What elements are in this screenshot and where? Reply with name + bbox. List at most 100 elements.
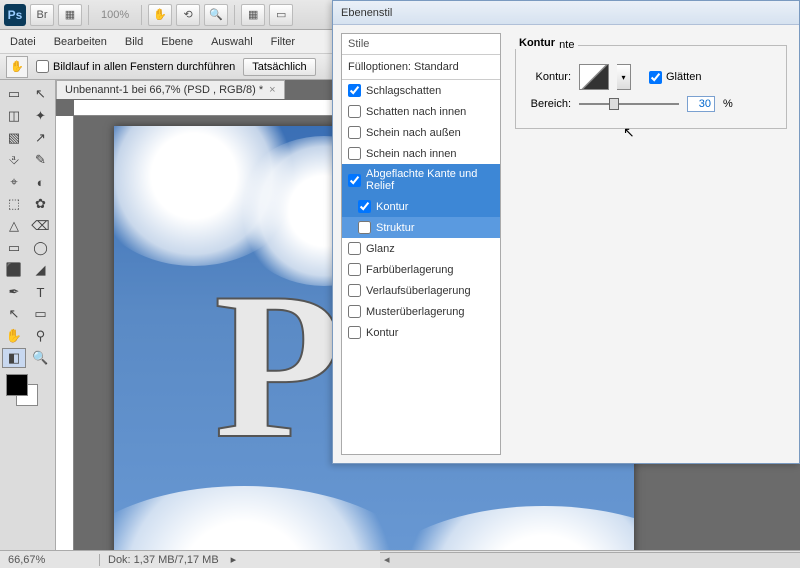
tool-button-6[interactable]: ⎀ bbox=[2, 150, 26, 170]
slider-thumb[interactable] bbox=[609, 98, 619, 110]
tool-button-22[interactable]: ✋ bbox=[2, 326, 26, 346]
antialias-checkbox[interactable]: Glätten bbox=[649, 71, 701, 84]
menu-layer[interactable]: Ebene bbox=[161, 36, 193, 48]
tool-button-2[interactable]: ◫ bbox=[2, 106, 26, 126]
style-checkbox[interactable] bbox=[348, 305, 361, 318]
tool-button-17[interactable]: ◢ bbox=[29, 260, 53, 280]
close-icon[interactable]: × bbox=[269, 84, 275, 96]
screen-mode-icon[interactable]: ▭ bbox=[269, 4, 293, 26]
status-bar: 66,67% Dok: 1,37 MB/7,17 MB ▸ ◂ bbox=[0, 550, 800, 568]
fill-options-row[interactable]: Fülloptionen: Standard bbox=[342, 55, 500, 80]
settings-group-title: Kontur bbox=[515, 37, 559, 49]
style-checkbox[interactable] bbox=[358, 221, 371, 234]
tool-button-15[interactable]: ◯ bbox=[29, 238, 53, 258]
status-doc-size[interactable]: Dok: 1,37 MB/7,17 MB bbox=[100, 554, 227, 566]
tool-button-9[interactable]: ◐ bbox=[29, 172, 53, 192]
tools-palette: ▭↖◫✦▧↗⎀✎⌖◐⬚✿△⌫▭◯⬛◢✒T↖▭✋⚲◧🔍 bbox=[0, 80, 56, 550]
style-row-kontur[interactable]: Kontur bbox=[342, 322, 500, 343]
tool-button-21[interactable]: ▭ bbox=[29, 304, 53, 324]
style-row-label: Abgeflachte Kante und Relief bbox=[366, 168, 494, 192]
menu-select[interactable]: Auswahl bbox=[211, 36, 253, 48]
bridge-button[interactable]: Br bbox=[30, 4, 54, 26]
menu-image[interactable]: Bild bbox=[125, 36, 143, 48]
style-row-schlagschatten[interactable]: Schlagschatten bbox=[342, 80, 500, 101]
rotate-view-icon[interactable]: ⟲ bbox=[176, 4, 200, 26]
style-checkbox[interactable] bbox=[348, 174, 361, 187]
document-tab-title: Unbenannt-1 bei 66,7% (PSD , RGB/8) * bbox=[65, 84, 263, 96]
tool-button-1[interactable]: ↖ bbox=[29, 84, 53, 104]
tool-button-11[interactable]: ✿ bbox=[29, 194, 53, 214]
tool-button-24[interactable]: ◧ bbox=[2, 348, 26, 368]
style-row-abgeflachte-kante-und-relief[interactable]: Abgeflachte Kante und Relief bbox=[342, 164, 500, 196]
style-row-label: Kontur bbox=[366, 327, 398, 339]
foreground-color-swatch[interactable] bbox=[6, 374, 28, 396]
style-row-schatten-nach-innen[interactable]: Schatten nach innen bbox=[342, 101, 500, 122]
tool-button-18[interactable]: ✒ bbox=[2, 282, 26, 302]
percent-label: % bbox=[723, 98, 733, 110]
tool-button-0[interactable]: ▭ bbox=[2, 84, 26, 104]
styles-list-panel: Stile Fülloptionen: Standard Schlagschat… bbox=[341, 33, 501, 455]
style-row-farbüberlagerung[interactable]: Farbüberlagerung bbox=[342, 259, 500, 280]
range-input[interactable] bbox=[687, 96, 715, 112]
zoom-tool-icon[interactable]: 🔍 bbox=[204, 4, 228, 26]
ps-logo-icon: Ps bbox=[4, 4, 26, 26]
style-row-label: Musterüberlagerung bbox=[366, 306, 464, 318]
text-layer-p: P bbox=[214, 246, 342, 487]
menu-file[interactable]: Datei bbox=[10, 36, 36, 48]
tool-button-4[interactable]: ▧ bbox=[2, 128, 26, 148]
tool-button-14[interactable]: ▭ bbox=[2, 238, 26, 258]
tool-button-19[interactable]: T bbox=[29, 282, 53, 302]
tool-button-3[interactable]: ✦ bbox=[29, 106, 53, 126]
zoom-level-display[interactable]: 100% bbox=[95, 9, 135, 21]
vertical-ruler bbox=[56, 116, 74, 550]
style-row-label: Schein nach innen bbox=[366, 148, 457, 160]
style-row-schein-nach-innen[interactable]: Schein nach innen bbox=[342, 143, 500, 164]
scroll-all-checkbox[interactable]: Bildlauf in allen Fenstern durchführen bbox=[36, 60, 235, 73]
style-row-glanz[interactable]: Glanz bbox=[342, 238, 500, 259]
range-label: Bereich: bbox=[526, 98, 571, 110]
actual-pixels-button[interactable]: Tatsächlich bbox=[243, 58, 315, 76]
style-checkbox[interactable] bbox=[348, 326, 361, 339]
tool-button-7[interactable]: ✎ bbox=[29, 150, 53, 170]
status-zoom[interactable]: 66,67% bbox=[0, 554, 100, 566]
hand-tool-preset-icon[interactable]: ✋ bbox=[6, 56, 28, 78]
tool-button-12[interactable]: △ bbox=[2, 216, 26, 236]
tool-button-8[interactable]: ⌖ bbox=[2, 172, 26, 192]
contour-dropdown-icon[interactable]: ▾ bbox=[617, 64, 631, 90]
style-checkbox[interactable] bbox=[348, 84, 361, 97]
tool-button-13[interactable]: ⌫ bbox=[29, 216, 53, 236]
tool-button-25[interactable]: 🔍 bbox=[29, 348, 53, 368]
style-row-struktur[interactable]: Struktur bbox=[342, 217, 500, 238]
style-row-schein-nach-außen[interactable]: Schein nach außen bbox=[342, 122, 500, 143]
menu-filter[interactable]: Filter bbox=[271, 36, 295, 48]
style-row-kontur[interactable]: Kontur bbox=[342, 196, 500, 217]
tool-button-16[interactable]: ⬛ bbox=[2, 260, 26, 280]
color-swatches[interactable] bbox=[2, 374, 53, 410]
style-checkbox[interactable] bbox=[348, 284, 361, 297]
style-checkbox[interactable] bbox=[348, 242, 361, 255]
style-checkbox[interactable] bbox=[358, 200, 371, 213]
style-checkbox[interactable] bbox=[348, 126, 361, 139]
tool-button-10[interactable]: ⬚ bbox=[2, 194, 26, 214]
contour-preset-thumb[interactable] bbox=[579, 64, 609, 90]
style-checkbox[interactable] bbox=[348, 105, 361, 118]
tool-button-5[interactable]: ↗ bbox=[29, 128, 53, 148]
tool-button-20[interactable]: ↖ bbox=[2, 304, 26, 324]
hand-tool-icon[interactable]: ✋ bbox=[148, 4, 172, 26]
style-row-label: Schein nach außen bbox=[366, 127, 461, 139]
style-row-label: Schlagschatten bbox=[366, 85, 441, 97]
range-slider[interactable] bbox=[579, 103, 679, 105]
menu-edit[interactable]: Bearbeiten bbox=[54, 36, 107, 48]
style-checkbox[interactable] bbox=[348, 263, 361, 276]
minibridge-button[interactable]: ▦ bbox=[58, 4, 82, 26]
document-tab[interactable]: Unbenannt-1 bei 66,7% (PSD , RGB/8) * × bbox=[56, 80, 285, 99]
style-row-label: Struktur bbox=[376, 222, 415, 234]
dialog-titlebar[interactable]: Ebenenstil bbox=[333, 1, 799, 25]
style-row-musterüberlagerung[interactable]: Musterüberlagerung bbox=[342, 301, 500, 322]
style-checkbox[interactable] bbox=[348, 147, 361, 160]
style-row-verlaufsüberlagerung[interactable]: Verlaufsüberlagerung bbox=[342, 280, 500, 301]
horizontal-scrollbar[interactable]: ◂ bbox=[380, 552, 800, 568]
arrange-icon[interactable]: ▦ bbox=[241, 4, 265, 26]
tool-button-23[interactable]: ⚲ bbox=[29, 326, 53, 346]
style-row-label: Verlaufsüberlagerung bbox=[366, 285, 471, 297]
